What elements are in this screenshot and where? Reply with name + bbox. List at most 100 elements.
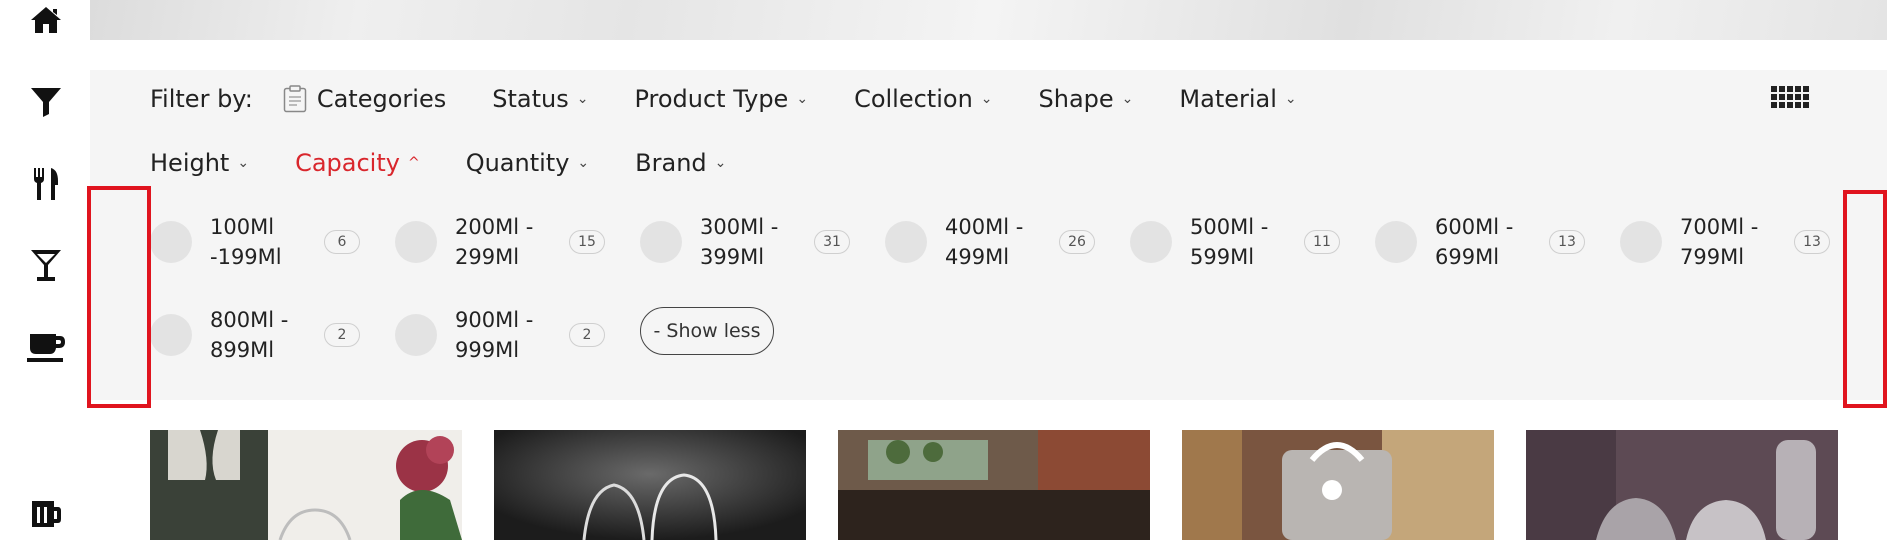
capacity-option-label-line2: 899Ml	[210, 338, 275, 362]
capacity-option-300-399[interactable]: 300Ml - 399Ml 31	[640, 212, 850, 272]
filter-row-primary: Filter by: Categories Status ⌄ Product T…	[150, 85, 1343, 113]
filter-row-secondary: Height ⌄ Capacity ^ Quantity ⌄ Brand ⌄	[150, 149, 772, 177]
capacity-radio[interactable]	[395, 221, 437, 263]
capacity-option-600-699[interactable]: 600Ml - 699Ml 13	[1375, 212, 1585, 272]
highlight-box-right	[1843, 190, 1887, 408]
product-card-image[interactable]	[1526, 430, 1838, 540]
product-card-image[interactable]	[838, 430, 1150, 540]
filter-quantity[interactable]: Quantity ⌄	[466, 149, 589, 177]
product-photo-wine-glasses-dark	[494, 430, 806, 540]
capacity-option-200-299[interactable]: 200Ml - 299Ml 15	[395, 212, 605, 272]
capacity-option-label-line1: 500Ml -	[1190, 215, 1269, 239]
capacity-radio[interactable]	[1620, 221, 1662, 263]
capacity-option-label-line2: 799Ml	[1680, 245, 1745, 269]
highlight-box-left	[87, 186, 151, 408]
filter-material[interactable]: Material ⌄	[1179, 85, 1296, 113]
capacity-option-label-line1: 600Ml -	[1435, 215, 1514, 239]
chevron-down-icon: ⌄	[980, 91, 993, 107]
product-photo-wine-glass-flowers	[150, 430, 462, 540]
chevron-down-icon: ⌄	[577, 155, 590, 171]
product-card-image[interactable]	[1182, 430, 1494, 540]
show-less-button[interactable]: - Show less	[640, 307, 774, 355]
filter-shape[interactable]: Shape ⌄	[1039, 85, 1134, 113]
chevron-down-icon: ⌄	[714, 155, 727, 171]
filter-product-type-label: Product Type	[634, 85, 789, 113]
capacity-count-badge: 13	[1794, 230, 1830, 254]
capacity-radio[interactable]	[1375, 221, 1417, 263]
filter-height-label: Height	[150, 149, 230, 177]
capacity-option-900-999[interactable]: 900Ml - 999Ml 2	[395, 305, 605, 365]
filter-by-label: Filter by:	[150, 85, 253, 113]
chevron-up-icon: ^	[407, 155, 420, 171]
capacity-option-label-line2: 699Ml	[1435, 245, 1500, 269]
capacity-radio[interactable]	[150, 314, 192, 356]
product-photo-bar-interior	[838, 430, 1150, 540]
capacity-option-label-line2: 499Ml	[945, 245, 1010, 269]
capacity-option-400-499[interactable]: 400Ml - 499Ml 26	[885, 212, 1095, 272]
capacity-count-badge: 26	[1059, 230, 1095, 254]
filter-brand[interactable]: Brand ⌄	[635, 149, 726, 177]
product-card-image[interactable]	[494, 430, 806, 540]
left-rail	[0, 0, 90, 540]
capacity-option-label-line1: 800Ml -	[210, 308, 289, 332]
filter-height[interactable]: Height ⌄	[150, 149, 249, 177]
capacity-option-label-line1: 100Ml	[210, 215, 275, 239]
capacity-option-label-line1: 700Ml -	[1680, 215, 1759, 239]
capacity-option-label-line1: 400Ml -	[945, 215, 1024, 239]
capacity-option-label-line1: 200Ml -	[455, 215, 534, 239]
capacity-option-label-line2: 999Ml	[455, 338, 520, 362]
cocktail-glass-icon[interactable]	[26, 246, 66, 286]
product-card-image[interactable]	[150, 430, 462, 540]
home-icon[interactable]	[26, 0, 66, 40]
chevron-down-icon: ⌄	[1121, 91, 1134, 107]
filter-brand-label: Brand	[635, 149, 707, 177]
capacity-count-badge: 2	[569, 323, 605, 347]
beer-mug-icon[interactable]	[26, 494, 66, 534]
capacity-option-500-599[interactable]: 500Ml - 599Ml 11	[1130, 212, 1340, 272]
filter-status[interactable]: Status ⌄	[492, 85, 588, 113]
capacity-count-badge: 15	[569, 230, 605, 254]
chevron-down-icon: ⌄	[576, 91, 589, 107]
filter-product-type[interactable]: Product Type ⌄	[634, 85, 808, 113]
filter-status-label: Status	[492, 85, 569, 113]
filter-collection[interactable]: Collection ⌄	[854, 85, 992, 113]
capacity-option-700-799[interactable]: 700Ml - 799Ml 13	[1620, 212, 1830, 272]
filter-shape-label: Shape	[1038, 85, 1114, 113]
coffee-cup-icon[interactable]	[26, 328, 66, 368]
capacity-option-label-line2: 599Ml	[1190, 245, 1255, 269]
filter-categories[interactable]: Categories	[283, 85, 446, 113]
filter-categories-label: Categories	[316, 85, 447, 113]
capacity-radio[interactable]	[640, 221, 682, 263]
filter-capacity-label: Capacity	[295, 149, 400, 177]
capacity-count-badge: 13	[1549, 230, 1585, 254]
filter-material-label: Material	[1179, 85, 1277, 113]
capacity-count-badge: 31	[814, 230, 850, 254]
dining-icon[interactable]	[26, 164, 66, 204]
capacity-option-label-line1: 300Ml -	[700, 215, 779, 239]
capacity-radio[interactable]	[150, 221, 192, 263]
capacity-option-label-line2: 399Ml	[700, 245, 765, 269]
capacity-option-100-199[interactable]: 100Ml -199Ml 6	[150, 212, 360, 272]
filter-quantity-label: Quantity	[465, 149, 570, 177]
grid-view-icon[interactable]	[1771, 86, 1811, 114]
capacity-radio[interactable]	[1130, 221, 1172, 263]
hero-banner	[90, 0, 1887, 40]
filter-collection-label: Collection	[854, 85, 973, 113]
filter-icon[interactable]	[26, 82, 66, 122]
capacity-option-label-line1: 900Ml -	[455, 308, 534, 332]
filter-capacity[interactable]: Capacity ^	[295, 149, 420, 177]
capacity-option-label-line2: -199Ml	[210, 245, 282, 269]
clipboard-icon	[283, 85, 307, 113]
product-photo-crystal-glasses	[1526, 430, 1838, 540]
chevron-down-icon: ⌄	[237, 155, 250, 171]
chevron-down-icon: ⌄	[1284, 91, 1297, 107]
capacity-count-badge: 2	[324, 323, 360, 347]
capacity-radio[interactable]	[885, 221, 927, 263]
capacity-option-800-899[interactable]: 800Ml - 899Ml 2	[150, 305, 360, 365]
capacity-count-badge: 6	[324, 230, 360, 254]
capacity-count-badge: 11	[1304, 230, 1340, 254]
capacity-radio[interactable]	[395, 314, 437, 356]
chevron-down-icon: ⌄	[796, 91, 809, 107]
product-photo-gift-carafe	[1182, 430, 1494, 540]
capacity-option-label-line2: 299Ml	[455, 245, 520, 269]
